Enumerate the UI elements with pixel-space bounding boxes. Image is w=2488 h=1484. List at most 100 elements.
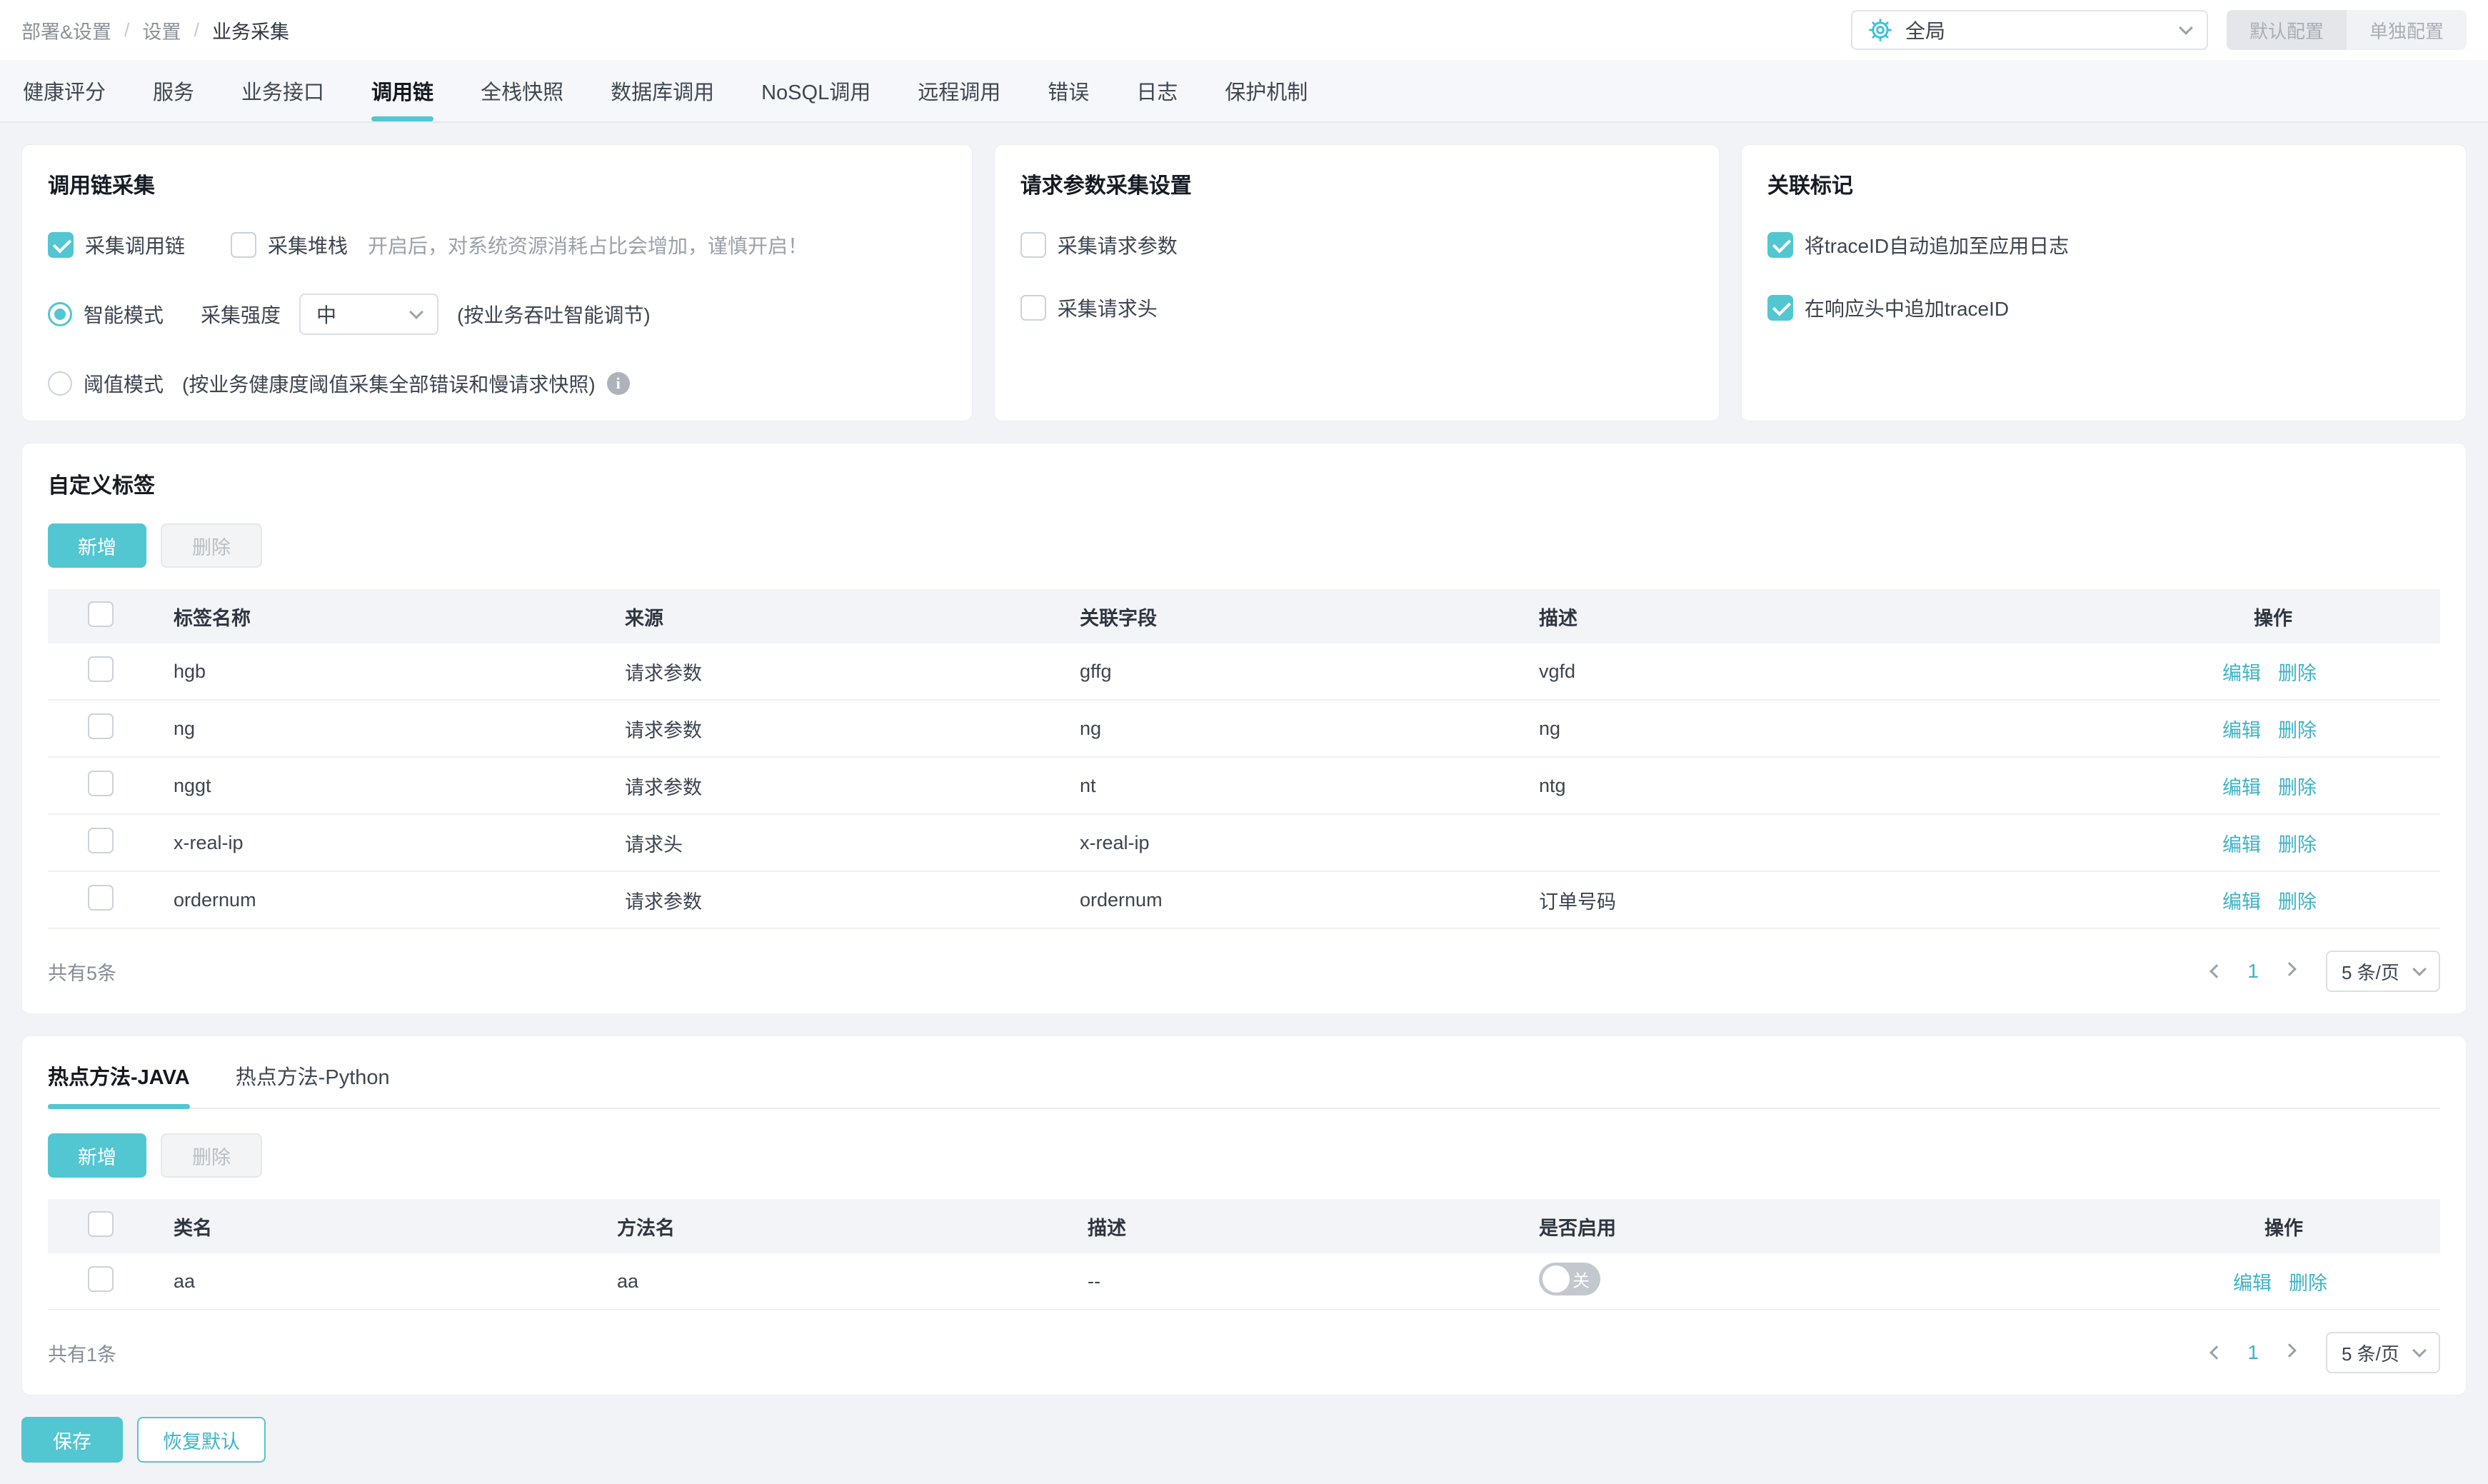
main-tabs: 健康评分 服务 业务接口 调用链 全栈快照 数据库调用 NoSQL调用 远程调用 错误 日志 保护机…	[0, 60, 2488, 123]
prev-page-icon[interactable]	[2209, 964, 2224, 978]
info-icon[interactable]: i	[606, 372, 630, 395]
chevron-down-icon	[2412, 1343, 2427, 1358]
cell-field: ordernum	[1080, 888, 1163, 911]
page-size-select[interactable]: 5 条/页	[2326, 951, 2440, 992]
cell-actions: 编辑 删除	[2209, 715, 2440, 743]
scope-select[interactable]: 全局	[1851, 10, 2208, 50]
tab-全栈快照[interactable]: 全栈快照	[481, 60, 563, 121]
tab-远程调用[interactable]: 远程调用	[918, 60, 1000, 121]
append-log-checkbox[interactable]	[1767, 232, 1793, 258]
page-size-select[interactable]: 5 条/页	[2326, 1332, 2440, 1373]
row-checkbox-cell	[48, 827, 174, 858]
row-checkbox[interactable]	[88, 770, 114, 796]
collect-stack-checkbox[interactable]	[231, 232, 257, 258]
hot-methods-card: 热点方法-JAVA 热点方法-Python 新增 删除 类名 方法名 描述 是否启…	[21, 1036, 2467, 1395]
edit-link[interactable]: 编辑	[2222, 772, 2261, 800]
panel-title: 请求参数采集设置	[1020, 174, 1192, 198]
tab-NoSQL调用[interactable]: NoSQL调用	[761, 60, 871, 121]
delete-link[interactable]: 删除	[2289, 1268, 2327, 1295]
edit-link[interactable]: 编辑	[2222, 829, 2261, 857]
cell-class-name: aa	[174, 1270, 196, 1292]
add-tag-button[interactable]: 新增	[48, 523, 146, 568]
panel-correlation: 关联标记 将traceID自动追加至应用日志 在响应头中追加traceID	[1740, 144, 2467, 421]
tab-错误[interactable]: 错误	[1048, 60, 1089, 121]
delete-link[interactable]: 删除	[2278, 658, 2317, 686]
config-button-group: 默认配置 单独配置	[2227, 10, 2467, 50]
delete-link[interactable]: 删除	[2278, 715, 2317, 743]
edit-link[interactable]: 编辑	[2222, 658, 2261, 686]
separate-config-button[interactable]: 单独配置	[2347, 10, 2467, 50]
add-method-button[interactable]: 新增	[48, 1133, 146, 1178]
row-checkbox[interactable]	[88, 656, 114, 682]
row-checkbox[interactable]	[88, 827, 114, 853]
tab-服务[interactable]: 服务	[153, 60, 194, 121]
collect-headers-row: 采集请求头	[1020, 294, 1693, 322]
total-count: 共有1条	[48, 1343, 117, 1365]
custom-tags-table-body: hgb 请求参数 gffg vgfd 编辑 删除 ng 请求参数 ng ng 编辑 删除 nggt 请求参…	[48, 643, 2440, 929]
collect-stack-label: 采集堆栈	[268, 235, 348, 257]
append-header-row: 在响应头中追加traceID	[1767, 294, 2440, 322]
collect-params-checkbox[interactable]	[1020, 232, 1046, 258]
save-button[interactable]: 保存	[21, 1417, 123, 1463]
trace-collect-row: 采集调用链 采集堆栈 开启后，对系统资源消耗占比会增加，谨慎开启！	[48, 231, 946, 259]
prev-page-icon[interactable]	[2209, 1345, 2224, 1360]
threshold-mode-label: 阈值模式	[84, 373, 164, 396]
cell-enabled: 关	[1539, 1262, 2220, 1300]
chevron-down-icon	[2179, 21, 2193, 35]
page-number[interactable]: 1	[2247, 960, 2259, 983]
tab-健康评分[interactable]: 健康评分	[23, 60, 106, 121]
cell-actions: 编辑 删除	[2209, 658, 2440, 686]
delete-link[interactable]: 删除	[2278, 772, 2317, 800]
hot-methods-table-header: 类名 方法名 描述 是否启用 操作	[48, 1199, 2440, 1253]
settings-panels-row: 调用链采集 采集调用链 采集堆栈 开启后，对系统资源消耗占比会增加，谨慎开启！ …	[21, 144, 2467, 421]
enable-toggle[interactable]: 关	[1539, 1262, 1600, 1295]
cell-actions: 编辑 删除	[2209, 772, 2440, 800]
row-checkbox[interactable]	[88, 884, 114, 911]
delete-link[interactable]: 删除	[2278, 829, 2317, 857]
tab-数据库调用[interactable]: 数据库调用	[611, 60, 714, 121]
cell-desc: --	[1088, 1270, 1100, 1292]
table-row: nggt 请求参数 nt ntg 编辑 删除	[48, 758, 2440, 815]
delete-tag-button[interactable]: 删除	[161, 523, 262, 568]
custom-tags-title: 自定义标签	[48, 474, 155, 498]
stack-hint-text: 开启后，对系统资源消耗占比会增加，谨慎开启！	[368, 235, 808, 257]
edit-link[interactable]: 编辑	[2233, 1268, 2272, 1295]
reset-default-button[interactable]: 恢复默认	[137, 1417, 266, 1463]
next-page-icon[interactable]	[2282, 1343, 2297, 1358]
intensity-select[interactable]: 中	[299, 294, 439, 335]
intensity-select-value: 中	[316, 304, 337, 326]
collect-headers-checkbox[interactable]	[1020, 295, 1046, 321]
breadcrumb-item[interactable]: 部署&设置	[21, 16, 111, 44]
edit-link[interactable]: 编辑	[2222, 715, 2261, 743]
bottom-actions: 保存 恢复默认	[21, 1417, 2467, 1463]
append-header-checkbox[interactable]	[1767, 295, 1793, 321]
collect-trace-checkbox[interactable]	[48, 232, 74, 258]
row-checkbox[interactable]	[88, 713, 114, 739]
page-number[interactable]: 1	[2247, 1341, 2259, 1364]
col-header-field: 关联字段	[1080, 607, 1157, 629]
next-page-icon[interactable]	[2282, 962, 2297, 976]
tab-业务接口[interactable]: 业务接口	[241, 60, 324, 121]
threshold-mode-row: 阈值模式 (按业务健康度阈值采集全部错误和慢请求快照) i	[48, 369, 946, 398]
tab-热点方法-JAVA[interactable]: 热点方法-JAVA	[48, 1061, 190, 1109]
tab-调用链[interactable]: 调用链	[371, 60, 434, 121]
default-config-button[interactable]: 默认配置	[2227, 10, 2347, 50]
breadcrumb-item[interactable]: 设置	[143, 16, 181, 44]
select-all-checkbox[interactable]	[88, 1210, 114, 1237]
tab-日志[interactable]: 日志	[1136, 60, 1178, 121]
smart-hint-text: (按业务吞吐智能调节)	[457, 304, 651, 326]
delete-link[interactable]: 删除	[2278, 886, 2317, 914]
select-all-checkbox[interactable]	[88, 601, 114, 627]
pagination: 1 5 条/页	[2209, 951, 2440, 992]
row-checkbox[interactable]	[88, 1265, 114, 1292]
smart-mode-radio[interactable]	[48, 302, 72, 326]
edit-link[interactable]: 编辑	[2222, 886, 2261, 914]
tab-保护机制[interactable]: 保护机制	[1225, 60, 1308, 121]
delete-method-button[interactable]: 删除	[161, 1133, 262, 1178]
col-header-enabled: 是否启用	[1539, 1217, 1616, 1239]
top-right-controls: 全局 默认配置 单独配置	[1851, 10, 2467, 50]
tab-热点方法-Python[interactable]: 热点方法-Python	[236, 1061, 390, 1108]
row-checkbox-cell	[48, 770, 174, 801]
pagination: 1 5 条/页	[2209, 1332, 2440, 1373]
threshold-mode-radio[interactable]	[48, 371, 72, 396]
